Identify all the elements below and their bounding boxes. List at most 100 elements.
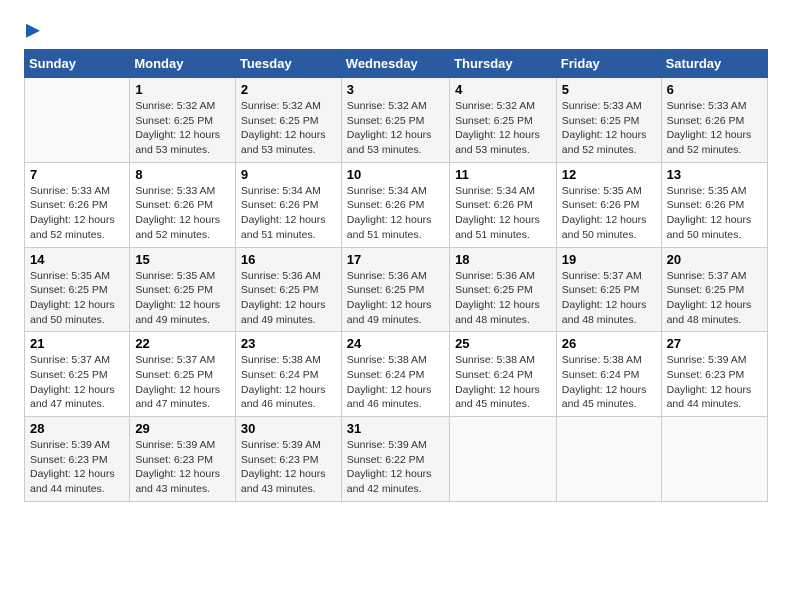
- calendar-week-row: 21 Sunrise: 5:37 AM Sunset: 6:25 PM Dayli…: [25, 332, 768, 417]
- calendar-cell: [556, 417, 661, 502]
- day-info: Sunrise: 5:34 AM Sunset: 6:26 PM Dayligh…: [241, 184, 336, 243]
- day-number: 7: [30, 167, 124, 182]
- calendar-week-row: 1 Sunrise: 5:32 AM Sunset: 6:25 PM Daylig…: [25, 78, 768, 163]
- day-info: Sunrise: 5:37 AM Sunset: 6:25 PM Dayligh…: [135, 353, 230, 412]
- day-info: Sunrise: 5:32 AM Sunset: 6:25 PM Dayligh…: [241, 99, 336, 158]
- calendar-cell: 27Sunrise: 5:39 AM Sunset: 6:23 PM Dayli…: [661, 332, 767, 417]
- day-info: Sunrise: 5:33 AM Sunset: 6:26 PM Dayligh…: [667, 99, 762, 158]
- day-number: 28: [30, 421, 124, 436]
- calendar-table: SundayMondayTuesdayWednesdayThursdayFrid…: [24, 49, 768, 502]
- calendar-cell: 3 Sunrise: 5:32 AM Sunset: 6:25 PM Daylig…: [341, 78, 449, 163]
- calendar-cell: 12 Sunrise: 5:35 AM Sunset: 6:26 PM Dayli…: [556, 162, 661, 247]
- day-info: Sunrise: 5:34 AM Sunset: 6:26 PM Dayligh…: [455, 184, 551, 243]
- day-number: 19: [562, 252, 656, 267]
- calendar-cell: 8 Sunrise: 5:33 AM Sunset: 6:26 PM Daylig…: [130, 162, 236, 247]
- day-info: Sunrise: 5:39 AM Sunset: 6:22 PM Dayligh…: [347, 438, 444, 497]
- day-info: Sunrise: 5:35 AM Sunset: 6:25 PM Dayligh…: [135, 269, 230, 328]
- calendar-cell: 16 Sunrise: 5:36 AM Sunset: 6:25 PM Dayli…: [235, 247, 341, 332]
- day-info: Sunrise: 5:33 AM Sunset: 6:26 PM Dayligh…: [135, 184, 230, 243]
- day-of-week-header: Sunday: [25, 50, 130, 78]
- day-info: Sunrise: 5:38 AM Sunset: 6:24 PM Dayligh…: [241, 353, 336, 412]
- day-number: 22: [135, 336, 230, 351]
- calendar-cell: 23 Sunrise: 5:38 AM Sunset: 6:24 PM Dayli…: [235, 332, 341, 417]
- calendar-cell: [450, 417, 557, 502]
- day-info: Sunrise: 5:37 AM Sunset: 6:25 PM Dayligh…: [30, 353, 124, 412]
- calendar-week-row: 7 Sunrise: 5:33 AM Sunset: 6:26 PM Daylig…: [25, 162, 768, 247]
- day-info: Sunrise: 5:38 AM Sunset: 6:24 PM Dayligh…: [562, 353, 656, 412]
- day-number: 18: [455, 252, 551, 267]
- day-of-week-header: Friday: [556, 50, 661, 78]
- days-of-week-row: SundayMondayTuesdayWednesdayThursdayFrid…: [25, 50, 768, 78]
- day-number: 4: [455, 82, 551, 97]
- day-of-week-header: Thursday: [450, 50, 557, 78]
- day-number: 25: [455, 336, 551, 351]
- day-number: 31: [347, 421, 444, 436]
- day-number: 23: [241, 336, 336, 351]
- calendar-cell: 21 Sunrise: 5:37 AM Sunset: 6:25 PM Dayli…: [25, 332, 130, 417]
- day-number: 15: [135, 252, 230, 267]
- day-number: 1: [135, 82, 230, 97]
- calendar-cell: 13Sunrise: 5:35 AM Sunset: 6:26 PM Dayli…: [661, 162, 767, 247]
- calendar-cell: 7 Sunrise: 5:33 AM Sunset: 6:26 PM Daylig…: [25, 162, 130, 247]
- day-number: 30: [241, 421, 336, 436]
- calendar-cell: 2 Sunrise: 5:32 AM Sunset: 6:25 PM Daylig…: [235, 78, 341, 163]
- day-info: Sunrise: 5:36 AM Sunset: 6:25 PM Dayligh…: [455, 269, 551, 328]
- day-number: 2: [241, 82, 336, 97]
- calendar-cell: 29Sunrise: 5:39 AM Sunset: 6:23 PM Dayli…: [130, 417, 236, 502]
- calendar-cell: 24 Sunrise: 5:38 AM Sunset: 6:24 PM Dayli…: [341, 332, 449, 417]
- day-number: 8: [135, 167, 230, 182]
- day-number: 11: [455, 167, 551, 182]
- calendar-cell: 31 Sunrise: 5:39 AM Sunset: 6:22 PM Dayli…: [341, 417, 449, 502]
- day-info: Sunrise: 5:39 AM Sunset: 6:23 PM Dayligh…: [30, 438, 124, 497]
- calendar-header: SundayMondayTuesdayWednesdayThursdayFrid…: [25, 50, 768, 78]
- day-number: 3: [347, 82, 444, 97]
- day-info: Sunrise: 5:32 AM Sunset: 6:25 PM Dayligh…: [347, 99, 444, 158]
- day-number: 26: [562, 336, 656, 351]
- calendar-cell: 10 Sunrise: 5:34 AM Sunset: 6:26 PM Dayli…: [341, 162, 449, 247]
- calendar-week-row: 14 Sunrise: 5:35 AM Sunset: 6:25 PM Dayli…: [25, 247, 768, 332]
- day-number: 6: [667, 82, 762, 97]
- day-number: 10: [347, 167, 444, 182]
- calendar-cell: 26 Sunrise: 5:38 AM Sunset: 6:24 PM Dayli…: [556, 332, 661, 417]
- calendar-cell: 14Sunrise: 5:35 AM Sunset: 6:25 PM Dayli…: [25, 247, 130, 332]
- day-number: 24: [347, 336, 444, 351]
- day-number: 27: [667, 336, 762, 351]
- calendar-cell: 4 Sunrise: 5:32 AM Sunset: 6:25 PM Daylig…: [450, 78, 557, 163]
- calendar-cell: [661, 417, 767, 502]
- day-info: Sunrise: 5:36 AM Sunset: 6:25 PM Dayligh…: [241, 269, 336, 328]
- day-of-week-header: Wednesday: [341, 50, 449, 78]
- day-info: Sunrise: 5:32 AM Sunset: 6:25 PM Dayligh…: [135, 99, 230, 158]
- day-info: Sunrise: 5:33 AM Sunset: 6:25 PM Dayligh…: [562, 99, 656, 158]
- day-info: Sunrise: 5:39 AM Sunset: 6:23 PM Dayligh…: [241, 438, 336, 497]
- calendar-cell: 22 Sunrise: 5:37 AM Sunset: 6:25 PM Dayli…: [130, 332, 236, 417]
- calendar-cell: 30 Sunrise: 5:39 AM Sunset: 6:23 PM Dayli…: [235, 417, 341, 502]
- calendar-cell: 15 Sunrise: 5:35 AM Sunset: 6:25 PM Dayli…: [130, 247, 236, 332]
- day-of-week-header: Tuesday: [235, 50, 341, 78]
- logo-arrow-icon: [26, 24, 40, 38]
- day-info: Sunrise: 5:37 AM Sunset: 6:25 PM Dayligh…: [562, 269, 656, 328]
- calendar-cell: 9 Sunrise: 5:34 AM Sunset: 6:26 PM Daylig…: [235, 162, 341, 247]
- calendar-cell: 28 Sunrise: 5:39 AM Sunset: 6:23 PM Dayli…: [25, 417, 130, 502]
- day-number: 12: [562, 167, 656, 182]
- day-info: Sunrise: 5:37 AM Sunset: 6:25 PM Dayligh…: [667, 269, 762, 328]
- day-number: 14: [30, 252, 124, 267]
- day-info: Sunrise: 5:33 AM Sunset: 6:26 PM Dayligh…: [30, 184, 124, 243]
- day-number: 20: [667, 252, 762, 267]
- day-number: 9: [241, 167, 336, 182]
- calendar-cell: [25, 78, 130, 163]
- day-number: 21: [30, 336, 124, 351]
- calendar-cell: 11 Sunrise: 5:34 AM Sunset: 6:26 PM Dayli…: [450, 162, 557, 247]
- day-number: 16: [241, 252, 336, 267]
- header: [24, 20, 768, 39]
- calendar-cell: 17Sunrise: 5:36 AM Sunset: 6:25 PM Dayli…: [341, 247, 449, 332]
- day-info: Sunrise: 5:38 AM Sunset: 6:24 PM Dayligh…: [455, 353, 551, 412]
- day-info: Sunrise: 5:32 AM Sunset: 6:25 PM Dayligh…: [455, 99, 551, 158]
- day-info: Sunrise: 5:35 AM Sunset: 6:26 PM Dayligh…: [562, 184, 656, 243]
- calendar-cell: 20 Sunrise: 5:37 AM Sunset: 6:25 PM Dayli…: [661, 247, 767, 332]
- day-info: Sunrise: 5:38 AM Sunset: 6:24 PM Dayligh…: [347, 353, 444, 412]
- logo: [24, 20, 40, 39]
- calendar-cell: 19 Sunrise: 5:37 AM Sunset: 6:25 PM Dayli…: [556, 247, 661, 332]
- day-number: 29: [135, 421, 230, 436]
- calendar-cell: 25 Sunrise: 5:38 AM Sunset: 6:24 PM Dayli…: [450, 332, 557, 417]
- day-info: Sunrise: 5:34 AM Sunset: 6:26 PM Dayligh…: [347, 184, 444, 243]
